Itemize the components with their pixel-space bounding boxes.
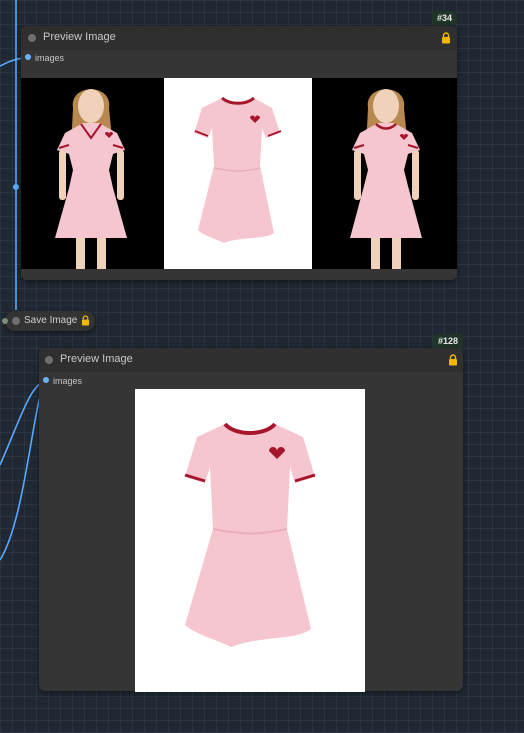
collapse-dot-icon[interactable]: [28, 34, 36, 42]
collapse-dot-icon[interactable]: [12, 317, 20, 325]
dress-flat-icon: [184, 422, 316, 647]
preview-image-node-34[interactable]: Preview Image images: [21, 26, 457, 280]
preview-image-node-128[interactable]: Preview Image images: [39, 348, 463, 692]
preview-image-dress-large[interactable]: [135, 389, 365, 692]
lock-icon[interactable]: [441, 32, 451, 44]
model-figure-icon: [350, 89, 422, 269]
image-preview-grid: [21, 78, 457, 269]
node-id-badge: #128: [433, 334, 464, 348]
node-title: Preview Image: [43, 31, 116, 43]
connector-dot-icon[interactable]: [2, 318, 8, 324]
preview-image-model-right[interactable]: [312, 78, 457, 269]
lock-icon[interactable]: [448, 354, 458, 366]
node-header[interactable]: Preview Image: [39, 348, 463, 372]
preview-image-model-left[interactable]: [21, 78, 164, 269]
node-header[interactable]: Preview Image: [21, 26, 457, 50]
model-figure-icon: [55, 89, 127, 269]
node-title: Save Image: [24, 315, 78, 326]
input-label: images: [35, 53, 65, 63]
input-connector-dot[interactable]: [43, 377, 49, 383]
save-image-node[interactable]: Save Image: [2, 311, 95, 331]
lock-icon[interactable]: [81, 315, 90, 326]
collapse-dot-icon[interactable]: [45, 356, 53, 364]
input-connector-dot[interactable]: [25, 54, 31, 60]
preview-image-dress-flat[interactable]: [164, 78, 312, 269]
dress-flat-icon: [194, 96, 282, 243]
input-label: images: [53, 376, 83, 386]
node-id-badge: #34: [432, 11, 458, 25]
node-title: Preview Image: [60, 353, 133, 365]
